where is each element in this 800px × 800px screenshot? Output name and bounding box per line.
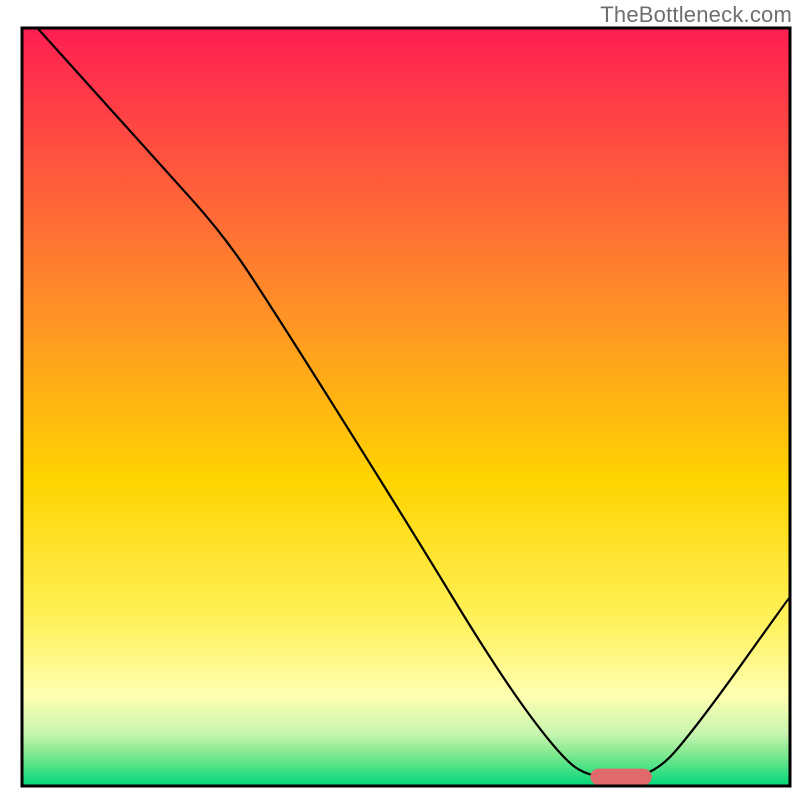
optimal-marker: [590, 769, 651, 786]
watermark-text: TheBottleneck.com: [600, 2, 792, 28]
chart-container: TheBottleneck.com: [0, 0, 800, 800]
bottleneck-chart: [0, 0, 800, 800]
gradient-background: [22, 28, 790, 786]
